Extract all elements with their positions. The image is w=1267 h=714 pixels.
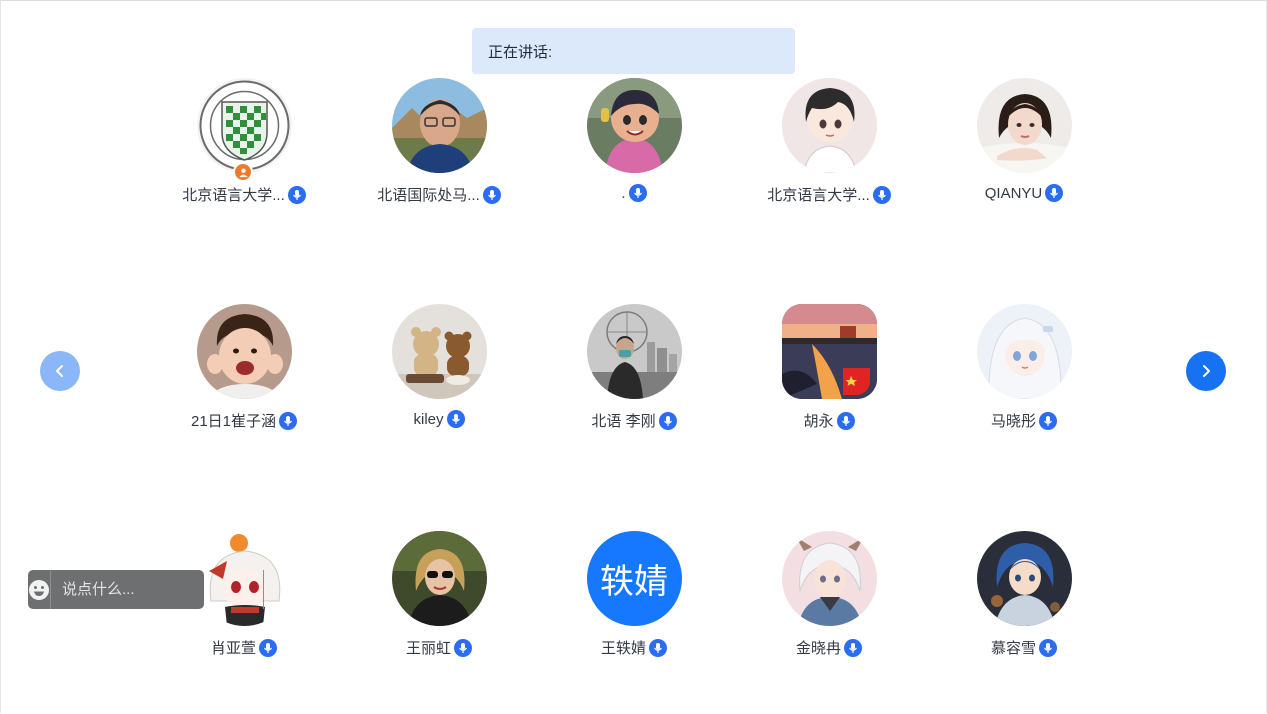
participant-name-row: 肖亚萱 xyxy=(211,637,277,658)
flag-badge-icon xyxy=(843,368,870,395)
mic-icon xyxy=(259,638,277,657)
chat-bar xyxy=(28,569,273,610)
participant-name-row: 北语 李刚 xyxy=(591,410,677,431)
chevron-left-icon xyxy=(267,584,273,595)
woman-photo-image xyxy=(976,78,1072,173)
participant-name: . xyxy=(621,184,626,202)
participant-name-row: 慕容雪 xyxy=(991,637,1057,658)
host-badge-icon xyxy=(233,162,253,182)
cartoon-girl-image xyxy=(586,78,682,173)
participant-avatar xyxy=(391,304,487,399)
mic-icon xyxy=(454,638,472,657)
participant-name-row: . xyxy=(621,184,647,202)
collapse-chat-button[interactable] xyxy=(263,570,276,609)
mic-icon xyxy=(872,185,891,204)
mic-icon xyxy=(628,184,647,202)
teddy-bears-photo-image xyxy=(391,304,487,399)
participant-avatar xyxy=(781,78,877,173)
participant-name: 金晓冉 xyxy=(795,640,841,657)
participant-avatar xyxy=(196,304,292,399)
participant-tile[interactable]: 王丽虹 xyxy=(349,531,529,661)
participant-avatar: 轶婧 xyxy=(586,531,682,626)
participant-name: 胡永 xyxy=(803,413,834,430)
chevron-left-icon xyxy=(56,365,63,377)
participant-tile[interactable]: 北语国际处马... xyxy=(349,78,529,208)
participant-avatar xyxy=(391,78,487,173)
mic-icon xyxy=(844,638,862,657)
mic-icon xyxy=(649,638,667,657)
participant-avatar xyxy=(781,531,877,626)
participant-tile[interactable]: 北京语言大学... xyxy=(739,78,919,208)
participant-tile[interactable]: 21日1崔子涵 xyxy=(154,304,334,434)
participant-avatar xyxy=(976,78,1072,173)
participant-name-row: 胡永 xyxy=(803,410,855,431)
anime-blue-hair-boy-image xyxy=(976,531,1072,626)
mic-icon xyxy=(446,410,465,428)
mic-icon xyxy=(287,185,306,204)
participant-tile[interactable]: QIANYU xyxy=(934,78,1114,208)
smiley-icon xyxy=(29,579,49,600)
man-ferris-wheel-photo-image xyxy=(586,304,682,399)
participant-tile[interactable]: 马晓彤 xyxy=(934,304,1114,434)
participant-name-row: 王丽虹 xyxy=(406,637,472,658)
anime-boy-image xyxy=(781,78,877,173)
emoji-button[interactable] xyxy=(28,570,51,609)
participant-name: 王丽虹 xyxy=(405,640,451,657)
mic-icon xyxy=(658,411,677,430)
participant-tile[interactable]: . xyxy=(544,78,724,208)
participant-avatar xyxy=(196,78,292,173)
participant-name: 马晓彤 xyxy=(990,413,1036,430)
previous-page-button[interactable] xyxy=(40,351,80,391)
participant-name: 慕容雪 xyxy=(990,640,1036,657)
participant-name-row: QIANYU xyxy=(985,184,1064,202)
participant-tile[interactable]: 胡永 xyxy=(739,304,919,434)
participant-name-row: 北京语言大学... xyxy=(182,184,306,205)
anime-white-hair-man-image xyxy=(781,531,877,626)
participant-avatar xyxy=(391,531,487,626)
chat-input[interactable] xyxy=(51,569,263,610)
participant-tile[interactable]: 慕容雪 xyxy=(934,531,1114,661)
participant-avatar xyxy=(976,304,1072,399)
participant-tile[interactable]: 金晓冉 xyxy=(739,531,919,661)
mic-icon xyxy=(1045,184,1064,202)
participant-avatar xyxy=(586,304,682,399)
participant-tile[interactable]: kiley xyxy=(349,304,529,434)
participant-name-row: 王轶婧 xyxy=(601,637,667,658)
participant-name: 北京语言大学... xyxy=(182,187,285,204)
text-avatar: 轶婧 xyxy=(586,531,682,626)
participant-name: 王轶婧 xyxy=(600,640,646,657)
participant-avatar xyxy=(976,531,1072,626)
participant-name-row: 21日1崔子涵 xyxy=(190,410,298,431)
participant-tile[interactable]: 北语 李刚 xyxy=(544,304,724,434)
participant-name: 北语国际处马... xyxy=(377,187,480,204)
participant-name: 肖亚萱 xyxy=(210,640,256,657)
man-glasses-photo-image xyxy=(391,78,487,173)
participant-avatar xyxy=(586,78,682,173)
participant-tile[interactable]: 轶婧 王轶婧 xyxy=(544,531,724,661)
anime-white-hair-girl-image xyxy=(976,304,1072,399)
participant-name: 北京语言大学... xyxy=(767,187,870,204)
participant-name: 21日1崔子涵 xyxy=(190,413,277,430)
participant-name-row: 北语国际处马... xyxy=(377,184,501,205)
participant-name-row: 金晓冉 xyxy=(796,637,862,658)
participant-name: kiley xyxy=(413,410,444,428)
participant-name: QIANYU xyxy=(984,184,1043,202)
participant-name-row: kiley xyxy=(413,410,465,428)
child-photo-image xyxy=(196,304,292,399)
participant-name-row: 北京语言大学... xyxy=(767,184,891,205)
next-page-button[interactable] xyxy=(1186,351,1226,391)
participant-name-row: 马晓彤 xyxy=(991,410,1057,431)
mic-icon xyxy=(836,411,855,430)
mic-icon xyxy=(1039,638,1057,657)
mic-icon xyxy=(1039,411,1057,430)
participant-tile[interactable]: 北京语言大学... xyxy=(154,78,334,208)
university-seal-image xyxy=(196,78,292,173)
woman-sunglasses-photo-image xyxy=(391,531,487,626)
participant-name: 北语 李刚 xyxy=(591,413,656,430)
mic-icon xyxy=(279,411,298,430)
chevron-right-icon xyxy=(1203,365,1210,377)
mic-icon xyxy=(482,185,501,204)
